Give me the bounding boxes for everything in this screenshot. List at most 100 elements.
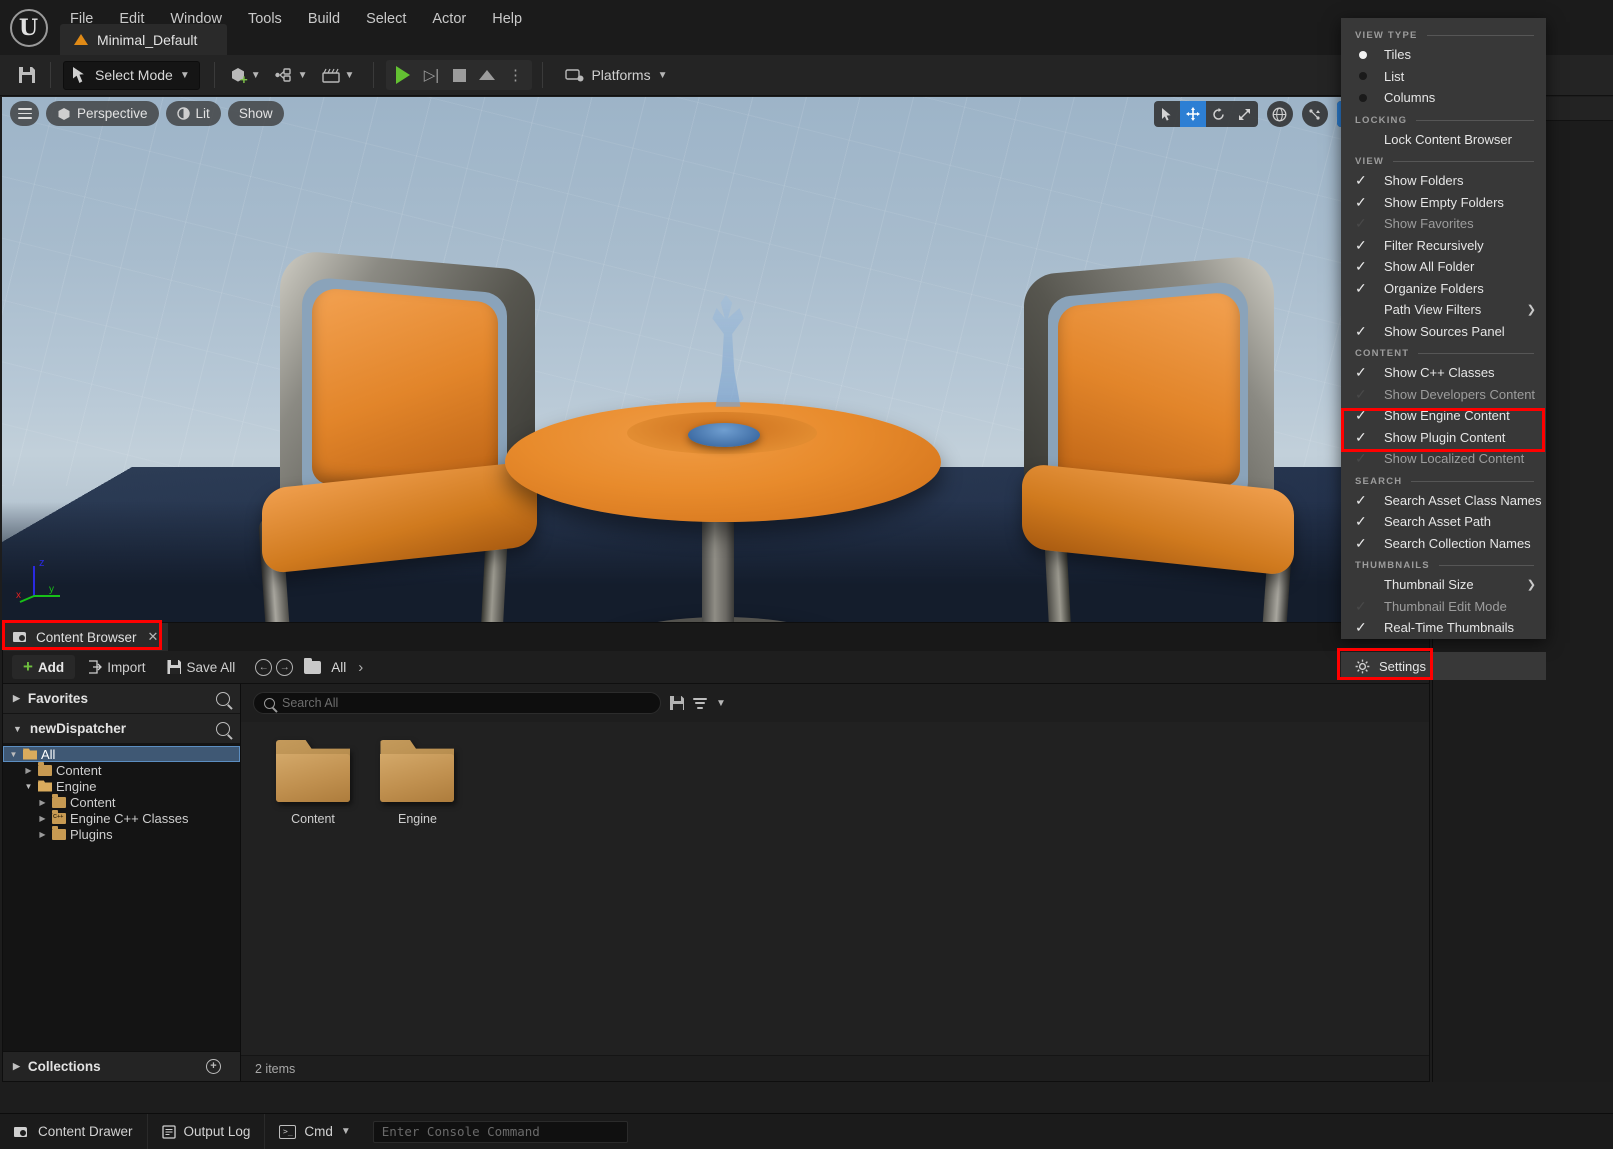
menu-build[interactable]: Build bbox=[295, 5, 353, 33]
tab-content-browser-label: Content Browser bbox=[36, 630, 137, 645]
tab-minimal-default[interactable]: Minimal_Default bbox=[60, 24, 227, 55]
tree-item-content[interactable]: ▶ Content bbox=[3, 762, 240, 778]
search-icon-project[interactable] bbox=[216, 722, 230, 736]
navigate-back-icon[interactable]: ← bbox=[255, 659, 272, 676]
menu-item-show-folders[interactable]: ✓ Show Folders bbox=[1341, 170, 1546, 192]
tree-item-engine-content[interactable]: ▶ Content bbox=[3, 794, 240, 810]
coordinate-system-group bbox=[1267, 101, 1293, 127]
add-collection-icon[interactable]: + bbox=[206, 1059, 221, 1074]
chevron-right-icon-plugins[interactable]: ▶ bbox=[37, 830, 48, 839]
menu-item-show-sources-panel[interactable]: ✓ Show Sources Panel bbox=[1341, 321, 1546, 343]
view-mode-button[interactable]: Lit bbox=[166, 101, 221, 126]
menu-item-path-view-filters[interactable]: Path View Filters ❯ bbox=[1341, 299, 1546, 321]
search-input-wrapper[interactable] bbox=[253, 692, 661, 714]
asset-tile-content[interactable]: Content bbox=[263, 740, 363, 826]
menu-item-list[interactable]: List bbox=[1341, 66, 1546, 88]
chevron-down-icon-all[interactable]: ▼ bbox=[8, 750, 19, 759]
menu-item-show-localized-content[interactable]: ✓ Show Localized Content bbox=[1341, 448, 1546, 470]
navigate-forward-icon[interactable]: → bbox=[276, 659, 293, 676]
save-button[interactable] bbox=[12, 61, 42, 89]
content-browser-panel: Content Browser ✕ + Add Import Save All … bbox=[2, 622, 1430, 1082]
menu-item-search-asset-class-names[interactable]: ✓ Search Asset Class Names bbox=[1341, 490, 1546, 512]
tree-item-engine-cpp-classes[interactable]: ▶ Engine C++ Classes bbox=[3, 810, 240, 826]
folder-tree: ▼ All ▶ Content ▼ Engine bbox=[3, 744, 240, 1051]
menu-item-show-empty-folders[interactable]: ✓ Show Empty Folders bbox=[1341, 192, 1546, 214]
play-icon[interactable] bbox=[396, 66, 410, 84]
content-drawer-icon bbox=[14, 1125, 30, 1139]
add-button[interactable]: + Add bbox=[12, 655, 75, 679]
menu-item-show-all-folder[interactable]: ✓ Show All Folder bbox=[1341, 256, 1546, 278]
tree-item-all[interactable]: ▼ All bbox=[3, 746, 240, 762]
chevron-right-icon-submenu: ❯ bbox=[1527, 303, 1536, 316]
menu-item-thumbnail-size[interactable]: Thumbnail Size ❯ bbox=[1341, 574, 1546, 596]
close-icon[interactable]: ✕ bbox=[148, 629, 159, 645]
more-options-icon[interactable]: ⋮ bbox=[502, 62, 528, 88]
chevron-down-icon-filter[interactable]: ▼ bbox=[716, 698, 726, 709]
project-header[interactable]: ▼ newDispatcher bbox=[3, 714, 240, 744]
filter-icon[interactable] bbox=[693, 698, 707, 709]
breadcrumb-all[interactable]: All bbox=[331, 660, 346, 675]
output-log-button[interactable]: Output Log bbox=[148, 1114, 266, 1149]
menu-select[interactable]: Select bbox=[353, 5, 419, 33]
cinematics-button[interactable]: ▼ bbox=[315, 61, 362, 89]
show-flags-button[interactable]: Show bbox=[228, 101, 284, 126]
menu-item-filter-recursively[interactable]: ✓ Filter Recursively bbox=[1341, 235, 1546, 257]
favorites-header[interactable]: ▶ Favorites bbox=[3, 684, 240, 714]
chevron-right-icon-cpp[interactable]: ▶ bbox=[37, 814, 48, 823]
eject-icon[interactable] bbox=[474, 62, 500, 88]
search-icon[interactable] bbox=[216, 692, 230, 706]
select-tool-icon[interactable] bbox=[1154, 101, 1180, 127]
rotate-tool-icon[interactable] bbox=[1206, 101, 1232, 127]
menu-item-show-favorites[interactable]: ✓ Show Favorites bbox=[1341, 213, 1546, 235]
platforms-button[interactable]: Platforms ▼ bbox=[557, 61, 675, 89]
menu-item-lock-content-browser[interactable]: Lock Content Browser bbox=[1341, 129, 1546, 151]
save-all-button[interactable]: Save All bbox=[158, 655, 244, 679]
tab-content-browser[interactable]: Content Browser ✕ bbox=[3, 623, 168, 651]
menu-help[interactable]: Help bbox=[479, 5, 535, 33]
add-actor-button[interactable]: + ▼ bbox=[223, 61, 268, 89]
asset-tiles-grid[interactable]: Content Engine bbox=[241, 722, 1429, 1055]
menu-item-columns[interactable]: Columns bbox=[1341, 87, 1546, 109]
menu-item-show-developers-content[interactable]: ✓ Show Developers Content bbox=[1341, 384, 1546, 406]
tree-item-plugins[interactable]: ▶ Plugins bbox=[3, 826, 240, 842]
menu-item-show-cpp-classes[interactable]: ✓ Show C++ Classes bbox=[1341, 362, 1546, 384]
search-input[interactable] bbox=[282, 696, 650, 710]
skip-frame-icon[interactable]: ▷| bbox=[418, 62, 444, 88]
save-search-icon[interactable] bbox=[670, 696, 684, 710]
chevron-right-icon-engine-content[interactable]: ▶ bbox=[37, 798, 48, 807]
settings-button[interactable]: Settings bbox=[1341, 652, 1546, 680]
camera-mode-button[interactable]: Perspective bbox=[46, 101, 159, 126]
tree-item-engine[interactable]: ▼ Engine bbox=[3, 778, 240, 794]
chevron-right-icon-content[interactable]: ▶ bbox=[23, 766, 34, 775]
level-viewport[interactable]: Perspective Lit Show bbox=[2, 97, 1548, 622]
content-drawer-button[interactable]: Content Drawer bbox=[0, 1114, 148, 1149]
menu-item-show-plugin-content[interactable]: ✓ Show Plugin Content bbox=[1341, 427, 1546, 449]
viewport-menu-icon[interactable] bbox=[10, 101, 39, 126]
surface-snap-icon[interactable] bbox=[1302, 101, 1328, 127]
world-space-icon[interactable] bbox=[1267, 101, 1293, 127]
move-tool-icon[interactable] bbox=[1180, 101, 1206, 127]
menu-item-real-time-thumbnails[interactable]: ✓ Real-Time Thumbnails bbox=[1341, 617, 1546, 639]
select-mode-dropdown[interactable]: Select Mode ▼ bbox=[63, 61, 200, 90]
stop-icon[interactable] bbox=[446, 62, 472, 88]
menu-item-search-collection-names[interactable]: ✓ Search Collection Names bbox=[1341, 533, 1546, 555]
menu-actor[interactable]: Actor bbox=[419, 5, 479, 33]
cmd-dropdown[interactable]: >_ Cmd ▼ bbox=[265, 1114, 364, 1149]
import-button[interactable]: Import bbox=[79, 655, 154, 679]
menu-item-organize-folders[interactable]: ✓ Organize Folders bbox=[1341, 278, 1546, 300]
blueprints-button[interactable]: ▼ bbox=[268, 61, 315, 89]
menu-tools[interactable]: Tools bbox=[235, 5, 295, 33]
asset-tile-engine[interactable]: Engine bbox=[367, 740, 467, 826]
menu-item-show-engine-content[interactable]: ✓ Show Engine Content bbox=[1341, 405, 1546, 427]
chevron-down-icon-3: ▼ bbox=[298, 70, 308, 81]
unreal-engine-logo[interactable]: U bbox=[0, 0, 57, 55]
check-icon: ✓ bbox=[1355, 619, 1384, 636]
console-command-input[interactable] bbox=[373, 1121, 628, 1143]
check-icon-disabled: ✓ bbox=[1355, 386, 1384, 403]
menu-item-thumbnail-edit-mode[interactable]: ✓ Thumbnail Edit Mode bbox=[1341, 596, 1546, 618]
collections-header[interactable]: ▶ Collections + bbox=[3, 1051, 240, 1081]
scale-tool-icon[interactable] bbox=[1232, 101, 1258, 127]
menu-item-search-asset-path[interactable]: ✓ Search Asset Path bbox=[1341, 511, 1546, 533]
chevron-down-icon-engine[interactable]: ▼ bbox=[23, 782, 34, 791]
menu-item-tiles[interactable]: Tiles bbox=[1341, 44, 1546, 66]
